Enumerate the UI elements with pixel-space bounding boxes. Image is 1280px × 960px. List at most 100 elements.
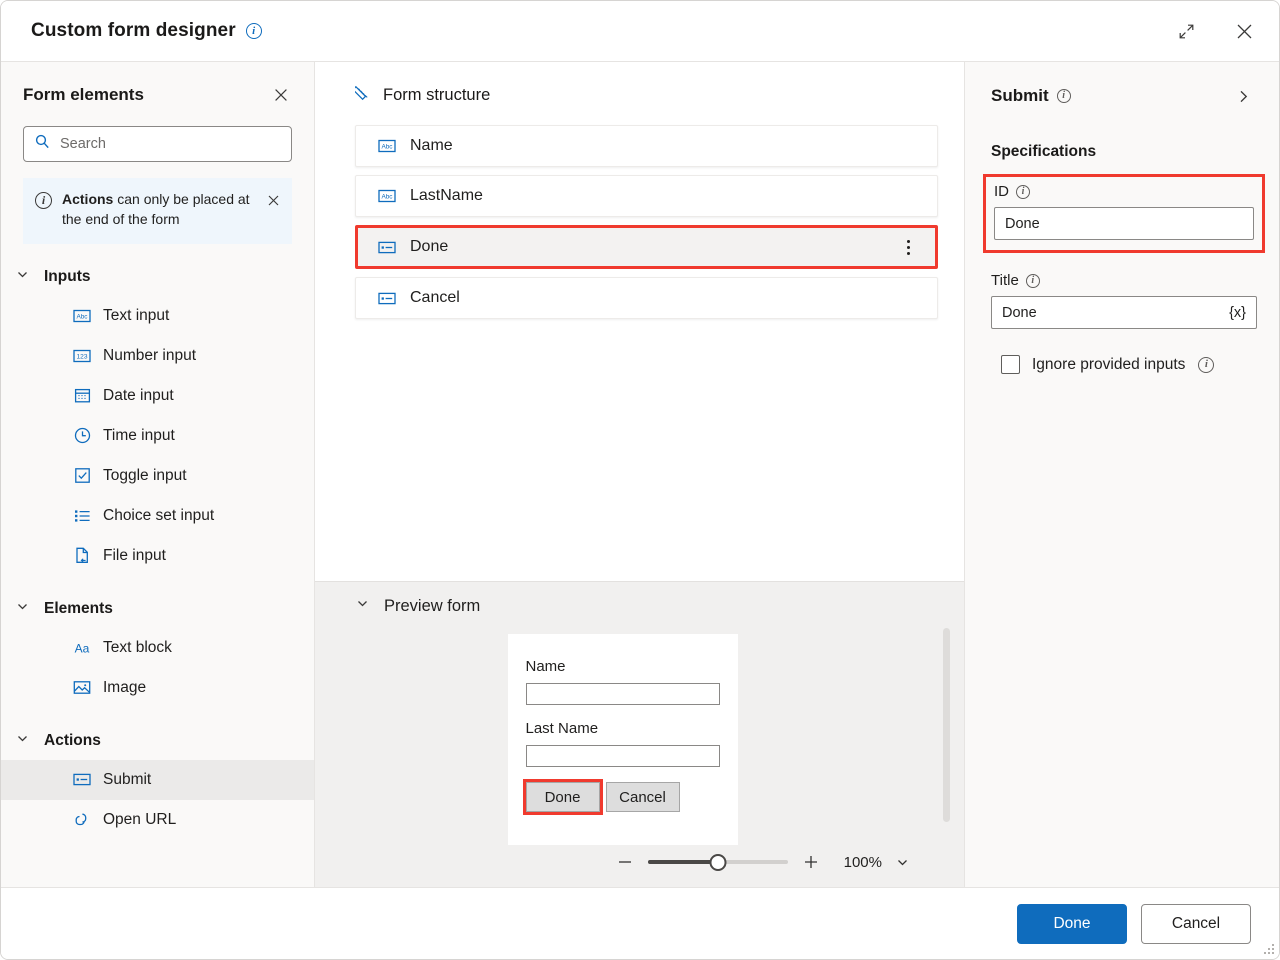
abc-text-icon: Abc: [73, 307, 91, 325]
chevron-down-icon: [15, 731, 30, 751]
zoom-slider[interactable]: [647, 852, 788, 872]
title-input[interactable]: [1002, 304, 1226, 321]
preview-scrollbar[interactable]: [943, 628, 950, 822]
title-field[interactable]: {x}: [991, 296, 1257, 329]
title-info-icon[interactable]: i: [245, 23, 262, 39]
clock-icon: [73, 427, 91, 445]
form-elements-header: Form elements: [1, 62, 314, 108]
sidebar-item-label: Toggle input: [103, 466, 187, 484]
zoom-out-icon[interactable]: [608, 847, 642, 877]
dialog-footer: Done Cancel: [1, 887, 1279, 959]
sidebar-item-toggle-input[interactable]: Toggle input: [1, 456, 314, 496]
structure-node-label: LastName: [410, 187, 483, 204]
structure-node-cancel[interactable]: Cancel: [355, 277, 938, 319]
cancel-button[interactable]: Cancel: [1141, 903, 1251, 944]
info-icon[interactable]: i: [1056, 89, 1071, 103]
zoom-slider-thumb[interactable]: [709, 853, 727, 871]
sidebar-item-open-url[interactable]: Open URL: [1, 800, 314, 840]
properties-header: Submit i: [991, 82, 1257, 110]
sidebar-item-label: Text block: [103, 638, 172, 656]
id-field[interactable]: [994, 207, 1254, 240]
info-icon[interactable]: i: [1016, 184, 1030, 199]
title-field-label: Title: [991, 272, 1019, 289]
preview-form-header[interactable]: Preview form: [315, 596, 964, 616]
group-label: Inputs: [44, 267, 91, 285]
dialog-titlebar: Custom form designer i: [1, 1, 1279, 61]
done-button[interactable]: Done: [1017, 903, 1127, 944]
center-column: Form structure Abc Name Abc LastName Don…: [315, 62, 965, 887]
sidebar-item-label: Text input: [103, 306, 170, 324]
notice-text: Actions can only be placed at the end of…: [62, 190, 254, 230]
search-icon: [34, 133, 51, 155]
page-title: Custom form designer: [31, 20, 236, 41]
properties-panel: Submit i Specifications ID i Title: [965, 62, 1279, 887]
preview-done-button[interactable]: Done: [522, 779, 603, 815]
sidebar-item-image[interactable]: Image: [1, 668, 314, 708]
chevron-down-icon[interactable]: [888, 848, 916, 876]
sidebar-item-label: Submit: [103, 770, 152, 788]
preview-button-row: Done Cancel: [522, 779, 720, 815]
sidebar-item-text-block[interactable]: Aa Text block: [1, 628, 314, 668]
close-icon[interactable]: [1229, 16, 1259, 46]
submit-button-icon: [73, 771, 91, 789]
preview-cancel-button[interactable]: Cancel: [605, 782, 680, 812]
info-icon[interactable]: i: [1025, 273, 1040, 288]
ignore-provided-inputs-checkbox[interactable]: [1001, 355, 1020, 374]
id-input[interactable]: [1005, 215, 1243, 232]
title-field-group: Title i {x}: [991, 272, 1257, 329]
zoom-slider-fill: [647, 860, 718, 864]
ignore-provided-inputs-label: Ignore provided inputs: [1032, 355, 1186, 373]
sidebar-item-submit[interactable]: Submit: [1, 759, 314, 800]
info-icon: i: [35, 192, 52, 209]
structure-node-label: Cancel: [410, 289, 460, 306]
structure-node-lastname[interactable]: Abc LastName: [355, 175, 938, 217]
node-more-options-icon[interactable]: [897, 234, 919, 260]
structure-node-name[interactable]: Abc Name: [355, 125, 938, 167]
zoom-level-value: 100%: [843, 853, 882, 871]
search-box[interactable]: [23, 126, 292, 162]
group-header-inputs[interactable]: Inputs: [1, 258, 314, 296]
close-panel-icon[interactable]: [268, 82, 294, 108]
svg-text:123: 123: [76, 353, 87, 360]
dismiss-notice-icon[interactable]: [264, 191, 282, 209]
group-header-elements[interactable]: Elements: [1, 590, 314, 628]
structure-node-done[interactable]: Done: [355, 225, 938, 269]
chevron-down-icon: [15, 599, 30, 619]
chevron-down-icon: [15, 267, 30, 287]
preview-name-input[interactable]: [525, 683, 720, 705]
expand-icon[interactable]: [1171, 16, 1201, 46]
sidebar-item-choice-set-input[interactable]: Choice set input: [1, 496, 314, 536]
sidebar-item-file-input[interactable]: File input: [1, 536, 314, 576]
preview-lastname-input[interactable]: [525, 745, 720, 767]
svg-text:Abc: Abc: [76, 313, 88, 320]
notice-emphasis: Actions: [62, 191, 114, 207]
custom-form-designer-dialog: Custom form designer i Form elements Sea…: [0, 0, 1280, 960]
preview-field-label: Last Name: [525, 720, 599, 737]
form-elements-panel: Form elements i Actions can: [1, 62, 315, 887]
abc-text-icon: Abc: [378, 137, 396, 155]
sidebar-item-text-input[interactable]: Abc Text input: [1, 296, 314, 336]
number-123-icon: 123: [73, 347, 91, 365]
ignore-provided-inputs-label-wrap: Ignore provided inputs i: [1032, 355, 1215, 374]
preview-card: Name Last Name Done Cancel: [507, 634, 738, 845]
chevron-right-icon[interactable]: [1229, 82, 1257, 110]
preview-form-panel: Preview form Name Last Name Done Cancel: [315, 581, 964, 887]
search-input[interactable]: [60, 136, 281, 152]
ignore-provided-inputs-row[interactable]: Ignore provided inputs i: [991, 355, 1257, 374]
sidebar-item-date-input[interactable]: Date input: [1, 376, 314, 416]
id-field-group: ID i: [983, 174, 1265, 253]
dynamic-token-button[interactable]: {x}: [1225, 305, 1246, 321]
info-icon[interactable]: i: [1198, 356, 1215, 373]
form-structure-panel: Form structure Abc Name Abc LastName Don…: [315, 62, 964, 581]
sidebar-item-number-input[interactable]: 123 Number input: [1, 336, 314, 376]
sidebar-group-elements: Elements Aa Text block Image: [1, 590, 314, 708]
link-icon: [73, 811, 91, 829]
preview-form-title: Preview form: [384, 596, 481, 615]
sidebar-item-time-input[interactable]: Time input: [1, 416, 314, 456]
id-field-label: ID: [994, 183, 1009, 200]
zoom-in-icon[interactable]: [794, 847, 828, 877]
resize-grip-icon[interactable]: [1261, 941, 1274, 954]
calendar-icon: [73, 387, 91, 405]
group-header-actions[interactable]: Actions: [1, 722, 314, 760]
svg-text:Abc: Abc: [381, 194, 393, 201]
